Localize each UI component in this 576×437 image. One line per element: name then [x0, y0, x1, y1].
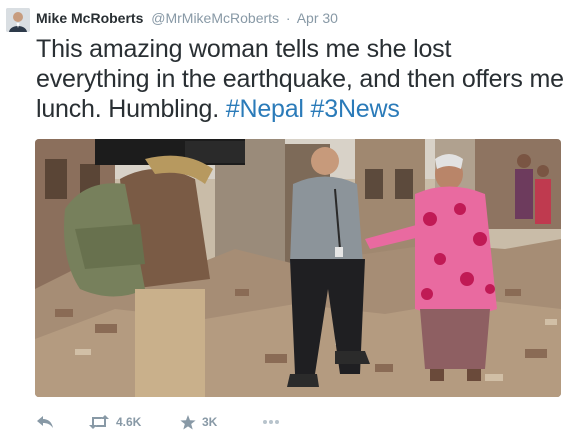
favorite-button[interactable]: 3K — [180, 414, 262, 430]
hashtag-nepal[interactable]: #Nepal — [226, 95, 304, 123]
tweet-timestamp[interactable]: Apr 30 — [297, 10, 338, 26]
header-separator: · — [285, 10, 291, 26]
tweet-photo[interactable] — [35, 139, 561, 397]
retweet-count: 4.6K — [116, 415, 142, 429]
favorite-count: 3K — [202, 415, 218, 429]
tweet-text: This amazing woman tells me she lost eve… — [36, 34, 566, 124]
tweet-header: Mike McRoberts @MrMikeMcRoberts · Apr 30 — [36, 9, 338, 27]
retweet-button[interactable]: 4.6K — [88, 415, 180, 429]
reply-button[interactable] — [36, 415, 88, 429]
avatar[interactable] — [6, 8, 30, 32]
hashtag-3news[interactable]: #3News — [311, 95, 400, 123]
reply-icon — [36, 415, 54, 429]
retweet-icon — [88, 415, 110, 429]
star-icon — [180, 414, 196, 430]
author-handle[interactable]: @MrMikeMcRoberts — [151, 10, 279, 26]
author-name[interactable]: Mike McRoberts — [36, 10, 143, 26]
more-button[interactable] — [262, 419, 280, 425]
tweet-actions: 4.6K 3K — [36, 412, 280, 432]
more-icon — [262, 419, 280, 425]
